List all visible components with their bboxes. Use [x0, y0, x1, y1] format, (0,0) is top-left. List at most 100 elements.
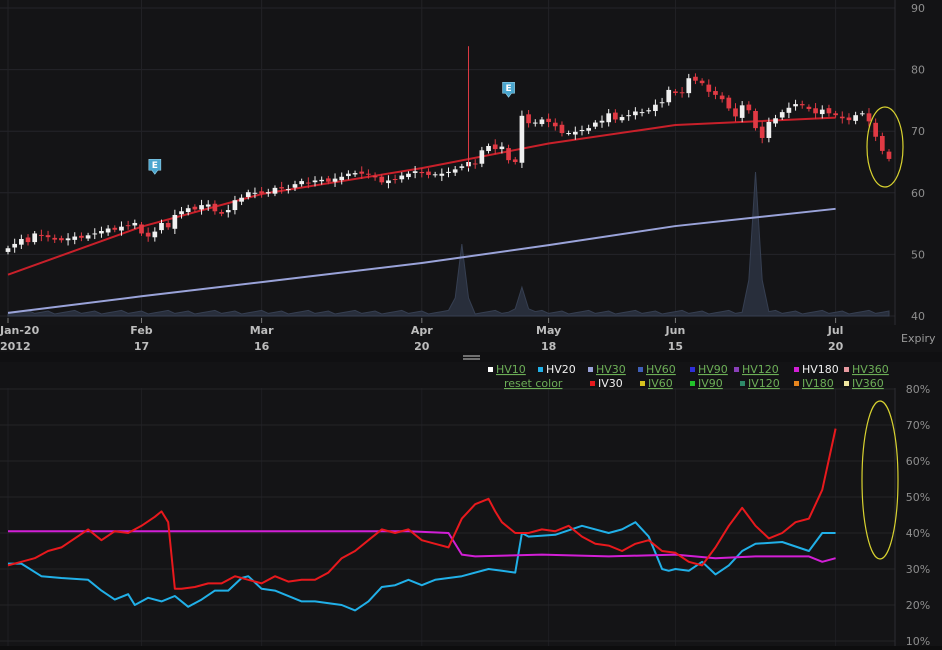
panel-divider[interactable]: [0, 352, 942, 362]
candle-body: [873, 122, 878, 137]
candle-body: [492, 144, 498, 150]
x-tick-day: 20: [414, 340, 430, 353]
x-tick-month: Apr: [411, 324, 433, 337]
candle-body: [613, 112, 618, 120]
candle-body: [386, 180, 391, 184]
candle-body: [646, 110, 652, 112]
candle-body: [85, 235, 91, 239]
candle-body: [352, 173, 358, 175]
candle-body: [659, 102, 665, 104]
x-tick-month: Mar: [250, 324, 274, 337]
volatility-chart: E E 90 80 70 60 50 40 Jan-20 2012 Feb 17 Mar 16 Apr 2…: [0, 0, 942, 648]
x-tick-month: Jul: [827, 324, 844, 337]
candle-body: [586, 128, 591, 131]
candle-body: [866, 113, 872, 122]
candle-body: [686, 78, 692, 94]
candle-body: [653, 104, 658, 111]
candle-body: [746, 104, 752, 111]
legend-label: HV30: [596, 363, 626, 376]
candle-body: [739, 105, 745, 118]
candle-body: [372, 175, 378, 178]
x-tick-day: 20: [828, 340, 844, 353]
candle-body: [225, 210, 231, 213]
candle-body: [239, 197, 244, 202]
legend-swatch: [588, 367, 593, 372]
candle-body: [212, 203, 218, 212]
volatility-tick-label: 50%: [906, 491, 930, 504]
candle-body: [59, 238, 64, 241]
candle-body: [566, 133, 571, 135]
candle-body: [446, 171, 451, 173]
candle-body: [606, 113, 612, 123]
price-tick-label: 80: [911, 64, 925, 77]
price-tick-label: 90: [911, 2, 925, 15]
candle-body: [599, 120, 605, 123]
earnings-marker-label: E: [152, 161, 158, 171]
candle-body: [145, 232, 151, 237]
candle-body: [252, 192, 258, 194]
candle-body: [713, 91, 718, 95]
candle-body: [192, 206, 198, 210]
candle-body: [319, 179, 325, 182]
candle-body: [112, 227, 118, 230]
candle-body: [673, 91, 678, 94]
expiry-label[interactable]: Expiry: [901, 332, 936, 345]
candlestick: [753, 108, 758, 131]
candle-body: [546, 118, 551, 122]
candle-body: [519, 115, 525, 163]
candle-body: [459, 166, 465, 168]
earnings-marker-label: E: [505, 84, 511, 94]
candle-body: [733, 108, 738, 117]
candle-body: [172, 214, 178, 229]
candle-body: [766, 121, 772, 138]
candle-body: [432, 174, 438, 176]
candle-body: [826, 108, 832, 114]
candle-body: [452, 169, 458, 173]
x-tick-month: May: [536, 324, 561, 337]
candle-body: [132, 222, 138, 226]
candle-body: [786, 107, 792, 113]
candle-body: [706, 84, 712, 92]
candle-body: [72, 236, 78, 240]
legend-label: HV20: [546, 363, 576, 376]
legend-item-reset-color[interactable]: reset color: [504, 377, 563, 390]
x-tick-month: Jun: [665, 324, 686, 337]
candle-body: [486, 145, 491, 152]
legend-swatch: [794, 367, 799, 372]
candle-body: [839, 116, 845, 119]
candle-body: [846, 117, 852, 121]
legend-label: IV30: [598, 377, 623, 390]
candle-body: [179, 211, 184, 215]
candle-body: [813, 108, 818, 114]
candle-body: [539, 119, 545, 125]
candle-body: [506, 148, 511, 161]
volatility-tick-label: 60%: [906, 455, 930, 468]
candle-body: [619, 117, 625, 121]
legend-label: IV90: [698, 377, 723, 390]
candle-body: [499, 146, 505, 150]
candle-body: [779, 112, 785, 118]
candle-body: [79, 235, 84, 238]
candle-body: [799, 104, 805, 106]
candle-body: [19, 239, 24, 245]
candle-body: [559, 124, 565, 134]
candle-body: [346, 173, 351, 177]
candle-body: [199, 205, 204, 210]
x-tick-day: 17: [134, 340, 149, 353]
price-tick-label: 40: [911, 310, 925, 323]
legend-swatch: [794, 381, 799, 386]
candle-body: [32, 233, 38, 243]
candle-body: [879, 136, 885, 151]
candle-body: [633, 111, 638, 116]
legend-swatch: [734, 367, 739, 372]
volatility-tick-label: 70%: [906, 419, 930, 432]
candle-body: [693, 76, 698, 81]
candle-body: [666, 89, 672, 103]
legend-label: IV180: [802, 377, 834, 390]
candle-body: [552, 122, 558, 127]
x-tick-month: Jan-20: [0, 324, 40, 337]
legend-swatch: [740, 381, 745, 386]
candle-body: [626, 115, 632, 117]
candle-body: [833, 113, 838, 116]
candlestick: [519, 110, 525, 168]
